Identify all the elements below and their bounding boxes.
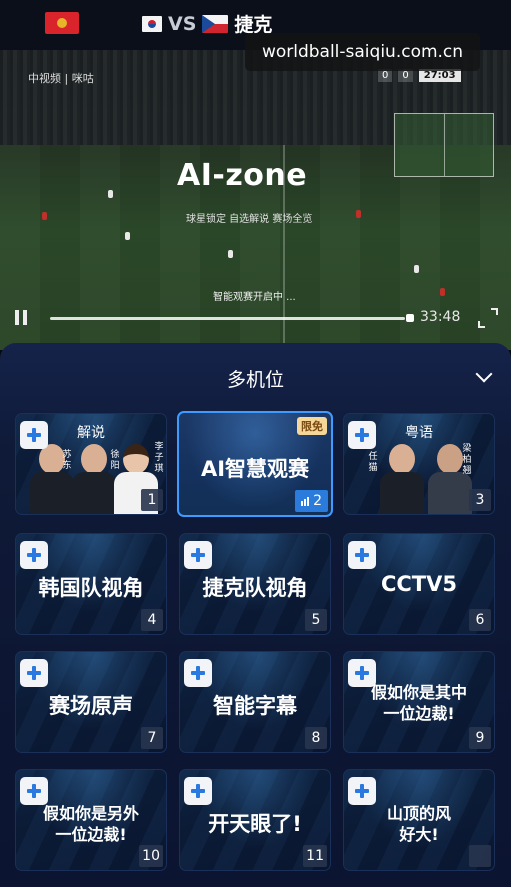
video-player[interactable]: 中视频 | 咪咕 0 0 27:03 AI-zone 球星锁定 自选解说 赛场全… (0, 50, 511, 350)
tile-number: 9 (469, 727, 491, 749)
pitch-minimap (394, 113, 494, 177)
pause-icon[interactable] (12, 309, 30, 327)
tile-label: 赛场原声 (49, 694, 133, 718)
progress-handle[interactable] (406, 314, 414, 322)
player-marker (356, 210, 361, 218)
tile-number: 5 (305, 609, 327, 631)
tile-category: 粤语 (405, 425, 433, 441)
broadcaster-logo: 中视频 | 咪咕 (28, 70, 94, 86)
player-marker (228, 250, 233, 258)
add-icon[interactable] (184, 659, 212, 687)
camera-tile-cantonese[interactable]: 粤语 任猫 梁柏翘 3 (343, 413, 495, 515)
tile-number: 11 (303, 845, 327, 867)
add-icon[interactable] (184, 777, 212, 805)
tile-number: 4 (141, 609, 163, 631)
tile-label: 智能字幕 (213, 694, 297, 718)
tile-number: 6 (469, 609, 491, 631)
tile-number: 2 (313, 493, 322, 509)
tile-number: 10 (139, 845, 163, 867)
korea-flag-icon (142, 15, 162, 32)
camera-tile-linesman-2[interactable]: 假如你是另外 一位边裁! 10 (15, 769, 167, 871)
camera-tile-hilltop[interactable]: 山顶的风 好大! (343, 769, 495, 871)
panel-title: 多机位 (226, 369, 284, 391)
tile-number-active: 2 (295, 490, 328, 512)
time-display: 33:48 (420, 309, 461, 325)
camera-tile-czech[interactable]: 捷克队视角 5 (179, 533, 331, 635)
add-icon[interactable] (348, 541, 376, 569)
commentator-name: 苏东 (62, 450, 72, 471)
camera-tile-ai[interactable]: 限免 AI智慧观赛 2 (177, 411, 333, 517)
camera-tile-korea[interactable]: 韩国队视角 4 (15, 533, 167, 635)
add-icon[interactable] (20, 541, 48, 569)
flag-icon (45, 12, 79, 34)
player-marker (440, 288, 445, 296)
tile-number: 7 (141, 727, 163, 749)
tile-label: 韩国队视角 (38, 576, 144, 600)
tile-label: 山顶的风 好大! (386, 804, 451, 844)
ai-status: 智能观赛开启中 ... (213, 292, 296, 303)
czech-flag-icon (202, 14, 229, 33)
ai-zone-subtitle: 球星锁定 自选解说 赛场全览 (186, 214, 313, 225)
camera-tile-commentary[interactable]: 解说 苏东 徐阳 李子琪 1 (15, 413, 167, 515)
vs-label: VS (168, 12, 197, 35)
add-icon[interactable] (184, 541, 212, 569)
tile-category: 解说 (77, 425, 105, 441)
camera-tile-sky-view[interactable]: 开天眼了! 11 (179, 769, 331, 871)
player-marker (42, 212, 47, 220)
tile-label: 开天眼了! (208, 812, 302, 836)
tile-number (469, 845, 491, 867)
camera-tile-linesman-1[interactable]: 假如你是其中 一位边裁! 9 (343, 651, 495, 753)
tile-label: CCTV5 (380, 572, 457, 596)
tile-number: 1 (141, 489, 163, 511)
tile-label: 假如你是其中 一位边裁! (370, 683, 467, 723)
tile-label: 捷克队视角 (202, 576, 308, 600)
ai-zone-title: AI-zone (177, 158, 308, 193)
signal-bars-icon (301, 496, 310, 506)
player-marker (125, 232, 130, 240)
camera-tile-cctv5[interactable]: CCTV5 6 (343, 533, 495, 635)
tile-label: 假如你是另外 一位边裁! (42, 804, 139, 844)
add-icon[interactable] (20, 659, 48, 687)
commentator-name: 李子琪 (154, 442, 164, 474)
add-icon[interactable] (348, 777, 376, 805)
tile-number: 8 (305, 727, 327, 749)
commentator-name: 任猫 (368, 452, 378, 473)
tile-number: 3 (469, 489, 491, 511)
player-controls: 33:48 (0, 303, 511, 333)
commentator-name: 梁柏翘 (462, 444, 472, 476)
player-marker (414, 265, 419, 273)
camera-tile-stadium-sound[interactable]: 赛场原声 7 (15, 651, 167, 753)
commentator-name: 徐阳 (110, 450, 120, 471)
progress-bar[interactable] (50, 317, 405, 320)
tile-label: AI智慧观赛 (200, 457, 310, 481)
free-badge: 限免 (297, 417, 327, 435)
broadcaster-label: 中视频 | 咪咕 (28, 72, 94, 85)
fullscreen-icon[interactable] (478, 308, 498, 328)
player-marker (108, 190, 113, 198)
camera-tile-subtitles[interactable]: 智能字幕 8 (179, 651, 331, 753)
watermark: worldball-saiqiu.com.cn (245, 33, 480, 71)
add-icon[interactable] (20, 777, 48, 805)
commentator-avatar (380, 444, 424, 514)
multi-camera-panel: 多机位 解说 苏东 徐阳 李子琪 1 限免 AI智慧观赛 2 粤语 任猫 梁柏翘… (0, 343, 511, 887)
